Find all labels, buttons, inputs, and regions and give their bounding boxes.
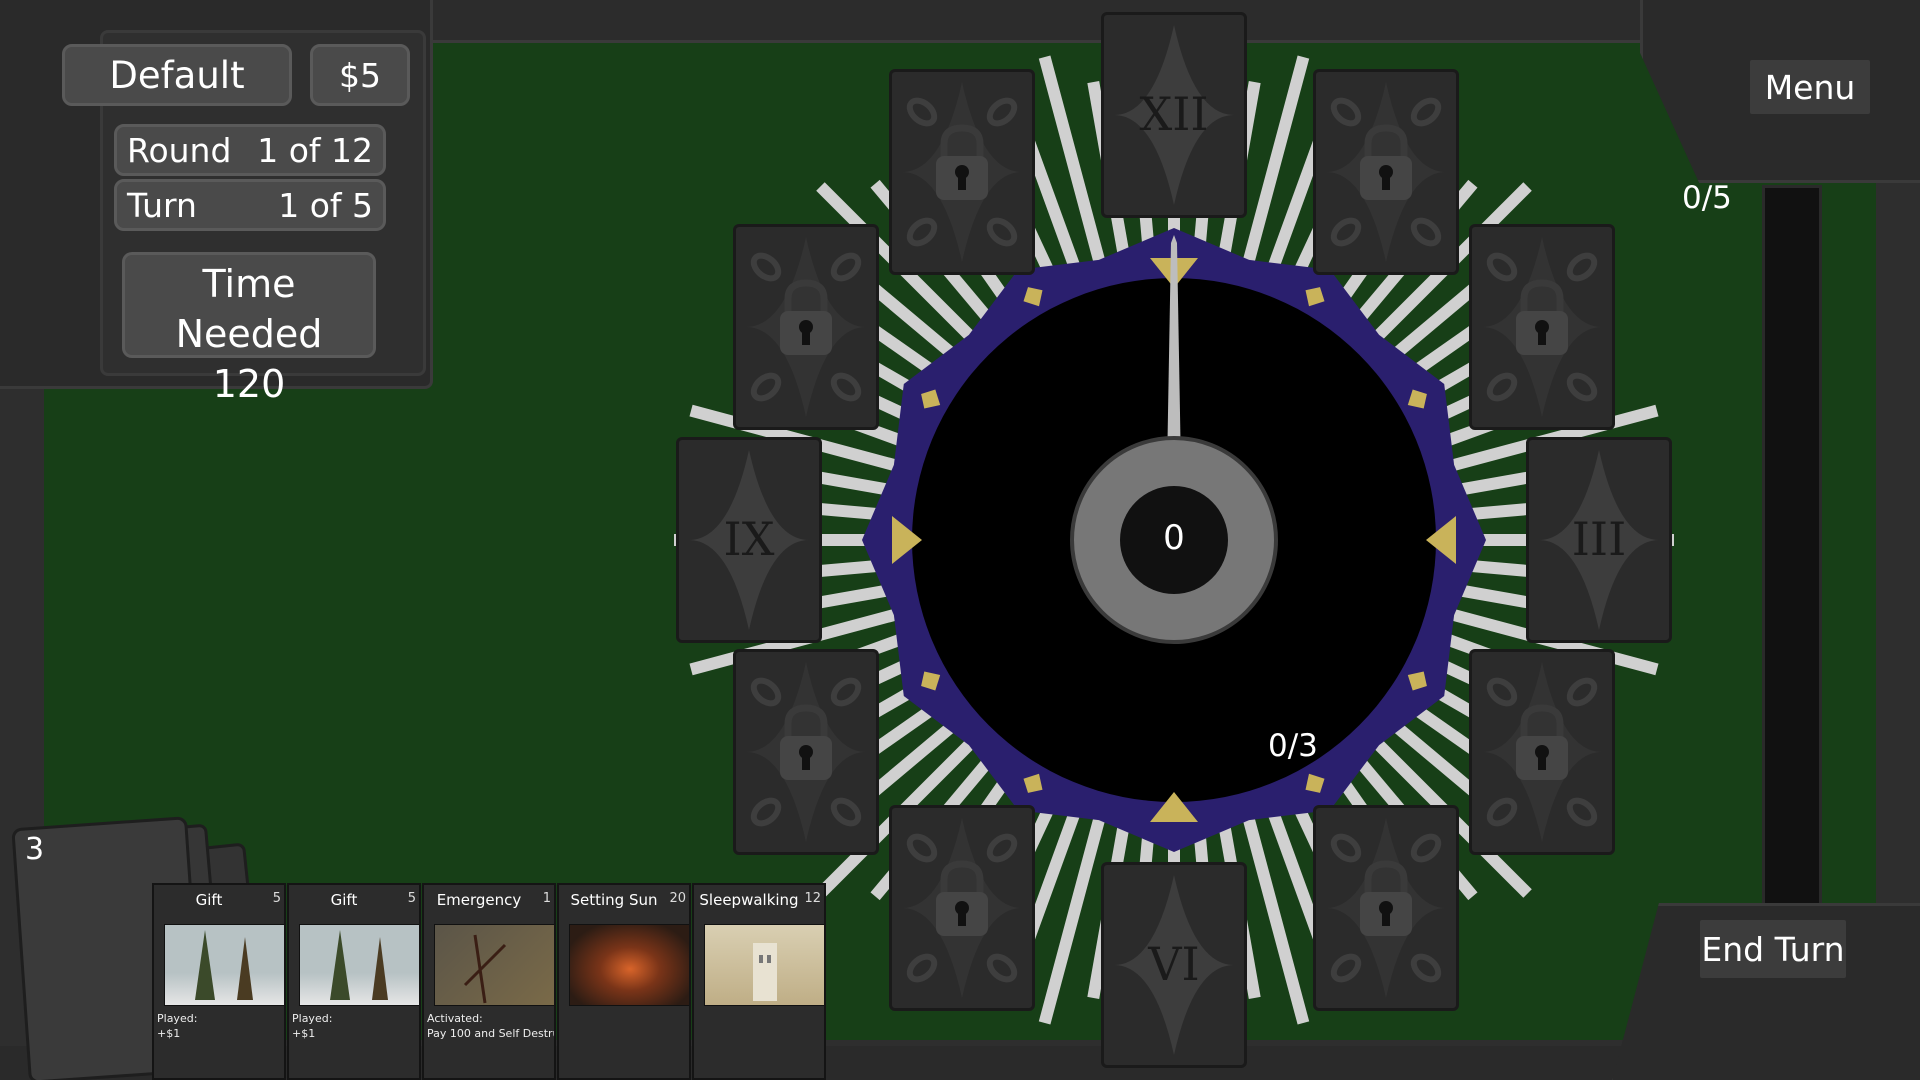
card-cost: 12 <box>804 891 821 906</box>
card-text: Played: +$1 <box>292 1011 332 1041</box>
clock-slot-vi[interactable]: VI <box>1101 862 1247 1068</box>
pine-tree-icon <box>330 930 388 1000</box>
chain-lock-icon <box>746 237 866 417</box>
clock-slot-iii[interactable]: III <box>1526 437 1672 643</box>
card-art-image <box>704 924 824 1006</box>
chain-lock-icon <box>902 818 1022 998</box>
card-cost: 1 <box>542 891 551 906</box>
chain-lock-icon <box>1326 82 1446 262</box>
card-cost: 5 <box>272 891 281 906</box>
clock-center-value: 0 <box>1163 518 1185 558</box>
clock-slot-ix[interactable]: IX <box>676 437 822 643</box>
card-text-line-1: Activated: <box>427 1012 483 1025</box>
card-title: Sleepwalking <box>699 891 799 909</box>
card-text-line-2: Pay 100 and Self Destruc <box>427 1027 556 1040</box>
card-title: Gift <box>195 891 223 909</box>
hand-card-4[interactable]: Setting Sun 20 <box>557 883 691 1080</box>
chain-lock-icon <box>1482 662 1602 842</box>
ship-mast-icon <box>463 934 507 1004</box>
card-cost: 5 <box>407 891 416 906</box>
clock-slot-locked-7[interactable] <box>733 649 879 855</box>
deck-count: 3 <box>25 832 45 867</box>
card-art-image <box>434 924 554 1006</box>
card-text-line-1: Played: <box>292 1012 333 1025</box>
clock-slot-locked-4[interactable] <box>1469 649 1615 855</box>
hand-card-1[interactable]: Gift 5 Played: +$1 <box>152 883 286 1080</box>
card-text: Activated: Pay 100 and Self Destruc <box>427 1011 556 1041</box>
numeral-ix: IX <box>723 512 775 566</box>
numeral-vi: VI <box>1148 937 1200 991</box>
inner-counter: 0/3 <box>1268 728 1318 764</box>
chain-lock-icon <box>902 82 1022 262</box>
clock-slot-xii[interactable]: XII <box>1101 12 1247 218</box>
numeral-iii: III <box>1571 512 1627 566</box>
clock-slot-locked-1[interactable] <box>889 69 1035 275</box>
card-text: Played: +$1 <box>157 1011 197 1041</box>
card-art-image <box>569 924 689 1006</box>
hand-card-2[interactable]: Gift 5 Played: +$1 <box>287 883 421 1080</box>
clock-slot-locked-5[interactable] <box>1313 805 1459 1011</box>
card-cost: 20 <box>669 891 686 906</box>
hand-card-5[interactable]: Sleepwalking 12 <box>692 883 826 1080</box>
hand-card-3[interactable]: Emergency 1 Activated: Pay 100 and Self D… <box>422 883 556 1080</box>
card-title: Emergency <box>436 891 522 909</box>
card-title: Setting Sun <box>570 891 658 909</box>
chain-lock-icon <box>1326 818 1446 998</box>
clock-slot-locked-3[interactable] <box>1469 224 1615 430</box>
card-title: Gift <box>330 891 358 909</box>
card-text-line-2: +$1 <box>292 1027 316 1040</box>
card-art-image <box>164 924 284 1006</box>
chain-lock-icon <box>1482 237 1602 417</box>
clock-slot-locked-2[interactable] <box>1313 69 1459 275</box>
pine-tree-icon <box>195 930 253 1000</box>
chain-lock-icon <box>746 662 866 842</box>
clock-slot-locked-8[interactable] <box>733 224 879 430</box>
card-text-line-2: +$1 <box>157 1027 181 1040</box>
church-tower-icon <box>753 943 777 1001</box>
card-text-line-1: Played: <box>157 1012 198 1025</box>
game-screen: Menu 0/5 End Turn Default $5 Round 1 of … <box>0 0 1920 1080</box>
card-art-image <box>299 924 419 1006</box>
numeral-xii: XII <box>1139 87 1209 141</box>
hand: Gift 5 Played: +$1 Gift 5 Played: +$1 Emer… <box>150 883 840 1080</box>
clock-slot-locked-6[interactable] <box>889 805 1035 1011</box>
